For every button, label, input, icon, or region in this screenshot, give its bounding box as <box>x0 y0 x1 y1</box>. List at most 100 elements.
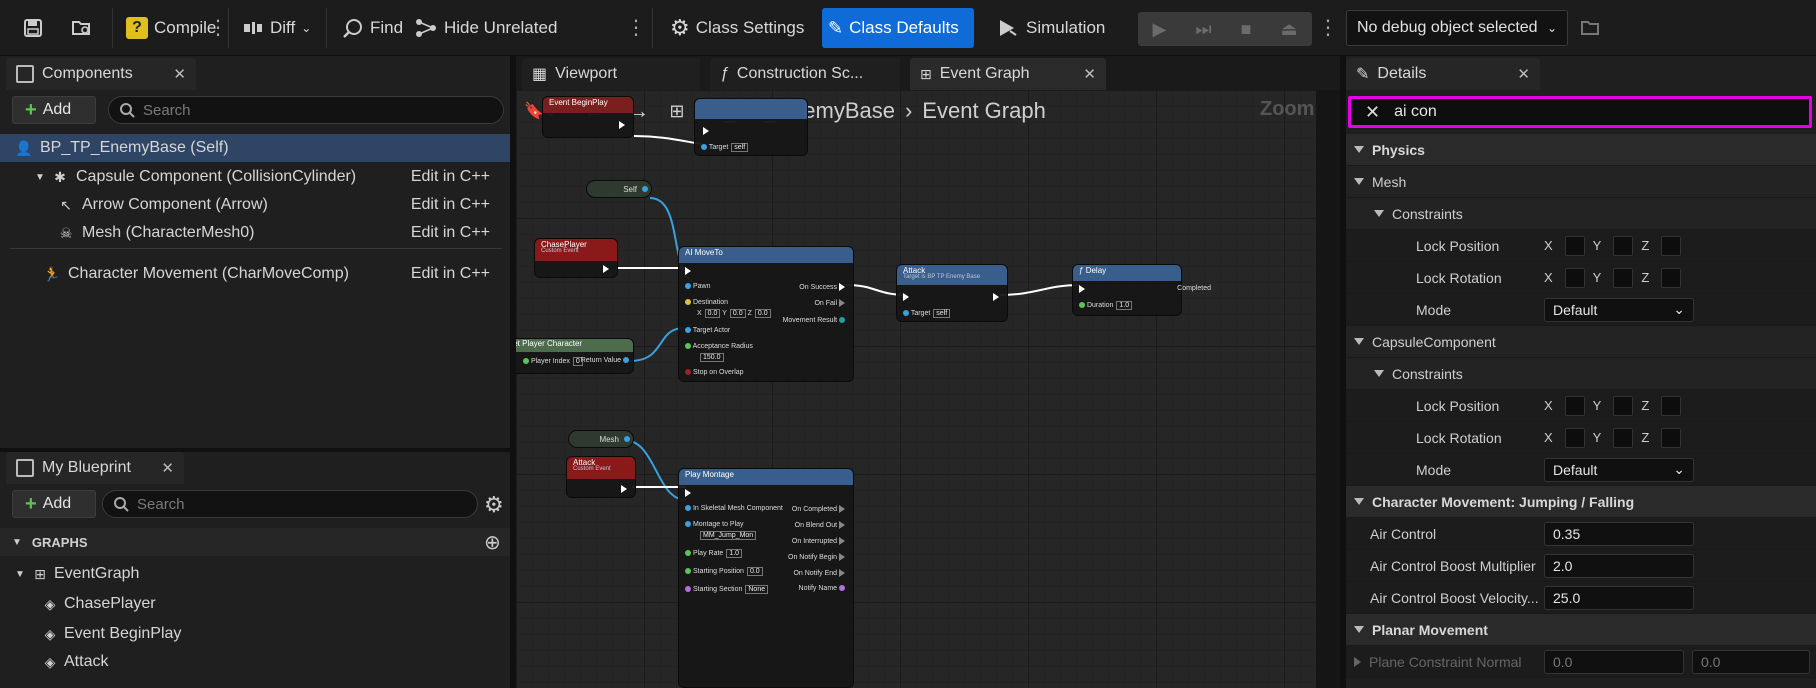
add-graph-icon[interactable]: ⊕ <box>484 530 501 555</box>
air-control-input[interactable]: 0.35 <box>1544 521 1694 546</box>
component-row-self[interactable]: 👤 BP_TP_EnemyBase (Self) <box>0 134 510 162</box>
node-event-beginplay[interactable]: Event BeginPlay <box>542 96 634 138</box>
exec-pin[interactable] <box>703 127 709 135</box>
save-button[interactable] <box>16 8 50 48</box>
add-component-button[interactable]: + Add <box>12 96 96 124</box>
node-top-function[interactable]: Target self <box>694 98 808 156</box>
tab-my-blueprint[interactable]: My Blueprint ✕ <box>6 452 184 484</box>
graph-options-menu[interactable]: ⋮ <box>626 10 646 46</box>
duration-field[interactable]: 1.0 <box>1116 301 1133 310</box>
mode-select[interactable]: Default ⌄ <box>1544 297 1694 322</box>
node-attack-event[interactable]: Attack Custom Event <box>566 456 636 498</box>
close-icon[interactable]: ✕ <box>1517 65 1530 83</box>
graph-item-attack[interactable]: ◈ Attack <box>0 650 510 674</box>
component-row-capsule[interactable]: ▼ ✱ Capsule Component (CollisionCylinder… <box>0 163 510 191</box>
acceptance-radius-field[interactable]: 150.0 <box>700 353 724 362</box>
tab-viewport[interactable]: ▦ Viewport <box>522 58 700 90</box>
rot-x-checkbox[interactable] <box>1564 267 1585 288</box>
close-icon[interactable]: ✕ <box>173 65 186 83</box>
node-ai-moveto[interactable]: AI MoveTo Pawn Destination X 0.0 Y 0.0 Z 0.… <box>678 246 854 382</box>
air-control-boost-velocity-input[interactable]: 25.0 <box>1544 585 1694 610</box>
tab-components[interactable]: Components ✕ <box>6 58 196 90</box>
stop-icon[interactable]: ■ <box>1241 19 1252 40</box>
play-icon[interactable]: ▶ <box>1153 19 1167 40</box>
node-chaseplayer-event[interactable]: ChasePlayer Custom Event <box>534 238 618 278</box>
compile-options-menu[interactable]: ⋮ <box>208 10 228 46</box>
rot-z-checkbox[interactable] <box>1661 267 1682 288</box>
eject-icon[interactable]: ⏏ <box>1280 19 1297 40</box>
rot-z-checkbox[interactable] <box>1661 427 1682 448</box>
exec-pin[interactable] <box>619 121 625 129</box>
graph-item-eventgraph[interactable]: ▼ ⊞ EventGraph <box>0 560 510 588</box>
exec-pin[interactable] <box>621 485 627 493</box>
node-mesh[interactable]: Mesh <box>568 430 634 448</box>
lock-x-checkbox[interactable] <box>1564 395 1585 416</box>
add-blueprint-member-button[interactable]: + Add <box>12 490 96 518</box>
my-blueprint-search-input[interactable]: Search <box>102 490 478 518</box>
edit-in-cpp-link[interactable]: Edit in C++ <box>411 196 490 214</box>
component-row-arrow[interactable]: ↖ Arrow Component (Arrow) Edit in C++ <box>0 191 510 219</box>
edit-in-cpp-link[interactable]: Edit in C++ <box>411 168 490 186</box>
section-mesh-constraints[interactable]: Constraints <box>1346 198 1816 230</box>
find-button[interactable]: Find <box>336 8 409 48</box>
event-graph-canvas[interactable]: 🔖⌄ ← → ⊞ BP_TP_EnemyBase › Event Graph Z… <box>516 90 1316 688</box>
hide-unrelated-button[interactable]: Hide Unrelated <box>408 8 563 48</box>
lock-z-checkbox[interactable] <box>1661 235 1682 256</box>
tab-event-graph[interactable]: ⊞ Event Graph ✕ <box>910 58 1106 90</box>
category-physics[interactable]: Physics <box>1346 134 1816 166</box>
self-pin[interactable] <box>642 186 648 192</box>
plane-y-input[interactable]: 0.0 <box>1692 649 1810 674</box>
dest-z-field[interactable]: 0.0 <box>754 309 771 318</box>
play-rate-field[interactable]: 1.0 <box>726 549 743 558</box>
graph-item-beginplay[interactable]: ◈ Event BeginPlay <box>0 620 510 648</box>
edit-in-cpp-link[interactable]: Edit in C++ <box>411 224 490 242</box>
components-search-input[interactable]: Search <box>108 96 504 124</box>
edit-in-cpp-link[interactable]: Edit in C++ <box>411 265 490 283</box>
rot-y-checkbox[interactable] <box>1613 427 1634 448</box>
close-icon[interactable]: ✕ <box>1083 65 1096 83</box>
section-capsule[interactable]: CapsuleComponent <box>1346 326 1816 358</box>
lock-z-checkbox[interactable] <box>1661 395 1682 416</box>
section-capsule-constraints[interactable]: Constraints <box>1346 358 1816 390</box>
node-self[interactable]: Self <box>586 180 652 198</box>
tab-construction-script[interactable]: ƒ Construction Sc... <box>710 58 900 90</box>
lock-y-checkbox[interactable] <box>1613 395 1634 416</box>
class-defaults-button[interactable]: ✎ Class Defaults <box>822 8 974 48</box>
node-get-player-character[interactable]: Get Player Character Player Index0 Retur… <box>516 338 634 374</box>
category-character-movement[interactable]: Character Movement: Jumping / Falling <box>1346 486 1816 518</box>
montage-field[interactable]: MM_Jump_Mon <box>700 531 757 540</box>
rot-y-checkbox[interactable] <box>1613 267 1634 288</box>
node-delay[interactable]: ƒ Delay Completed Duration 1.0 <box>1072 264 1211 316</box>
starting-position-field[interactable]: 0.0 <box>746 567 763 576</box>
play-options-menu[interactable]: ⋮ <box>1318 10 1338 46</box>
exec-pin[interactable] <box>603 265 609 273</box>
lock-y-checkbox[interactable] <box>1613 235 1634 256</box>
exec-pin[interactable] <box>993 293 999 301</box>
browse-button[interactable] <box>64 8 100 48</box>
plane-x-input[interactable]: 0.0 <box>1544 649 1684 674</box>
tab-details[interactable]: ✎ Details ✕ <box>1346 58 1540 90</box>
graph-item-chaseplayer[interactable]: ◈ ChasePlayer <box>0 590 510 618</box>
lock-x-checkbox[interactable] <box>1564 235 1585 256</box>
exec-pin[interactable] <box>685 489 691 497</box>
rot-x-checkbox[interactable] <box>1564 427 1585 448</box>
diff-button[interactable]: Diff ⌄ <box>236 8 317 48</box>
step-icon[interactable]: ⏭ <box>1195 19 1211 40</box>
compile-button[interactable]: ? Compile <box>120 8 222 48</box>
details-search-input[interactable]: ✕ ai con <box>1348 96 1812 128</box>
starting-section-field[interactable]: None <box>745 585 769 594</box>
exec-pin[interactable] <box>685 267 691 275</box>
pin-value[interactable]: self <box>933 309 951 318</box>
graphs-section-header[interactable]: ▼ GRAPHS <box>0 528 510 556</box>
class-settings-button[interactable]: ⚙ Class Settings <box>664 8 810 48</box>
simulation-button[interactable]: Simulation <box>990 8 1111 48</box>
node-play-montage[interactable]: Play Montage In Skeletal Mesh Component … <box>678 468 854 688</box>
air-control-boost-multiplier-input[interactable]: 2.0 <box>1544 553 1694 578</box>
component-row-mesh[interactable]: ☠ Mesh (CharacterMesh0) Edit in C++ <box>0 219 510 247</box>
mode-select[interactable]: Default ⌄ <box>1544 457 1694 482</box>
dest-y-field[interactable]: 0.0 <box>729 309 746 318</box>
pin-value[interactable]: self <box>731 143 749 152</box>
clear-search-icon[interactable]: ✕ <box>1365 102 1380 123</box>
exec-pin[interactable] <box>903 293 909 301</box>
exec-pin[interactable] <box>1079 285 1085 293</box>
